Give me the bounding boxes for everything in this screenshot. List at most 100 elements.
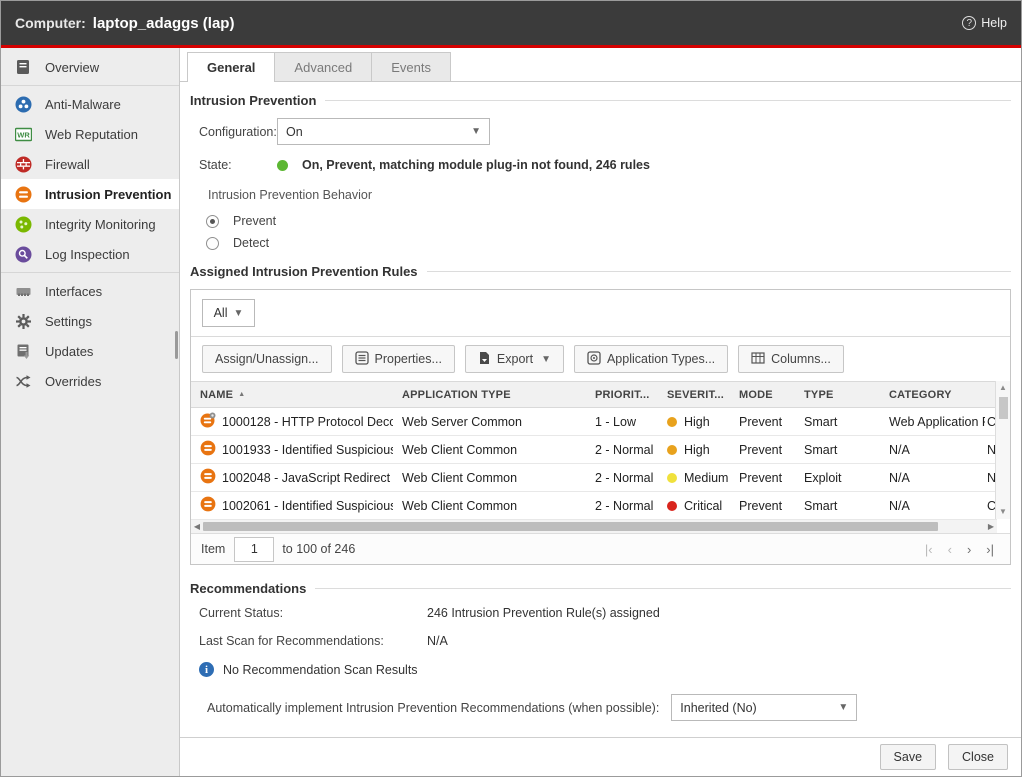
- title-prefix: Computer:: [15, 15, 86, 31]
- sidebar-divider: [1, 85, 179, 86]
- prev-page-button[interactable]: ‹: [948, 542, 952, 557]
- state-status-dot: [277, 160, 288, 171]
- no-scan-results-text: No Recommendation Scan Results: [223, 663, 418, 677]
- tab-events[interactable]: Events: [372, 52, 451, 81]
- help-button[interactable]: ? Help: [962, 16, 1007, 30]
- columns-icon: [751, 351, 765, 368]
- column-header-application-type[interactable]: APPLICATION TYPE: [393, 382, 586, 407]
- tab-advanced[interactable]: Advanced: [275, 52, 372, 81]
- column-header-type[interactable]: TYPE: [795, 382, 880, 407]
- sidebar-item-intrusion-prevention[interactable]: Intrusion Prevention: [1, 179, 179, 209]
- radio-prevent[interactable]: Prevent: [190, 214, 1011, 228]
- radio-prevent-control[interactable]: [206, 215, 219, 228]
- vertical-scroll-thumb[interactable]: [999, 397, 1008, 419]
- sidebar-item-log-inspection[interactable]: Log Inspection: [1, 239, 179, 269]
- tab-general[interactable]: General: [187, 52, 275, 82]
- tabbar: General Advanced Events: [180, 48, 1021, 82]
- export-label: Export: [497, 352, 533, 366]
- overrides-icon: [14, 372, 32, 390]
- export-button[interactable]: Export ▼: [465, 345, 564, 373]
- columns-button[interactable]: Columns...: [738, 345, 844, 373]
- behavior-label: Intrusion Prevention Behavior: [208, 188, 1011, 202]
- scroll-left-icon[interactable]: ◀: [191, 522, 203, 531]
- sidebar-item-overrides[interactable]: Overrides: [1, 366, 179, 396]
- sidebar-item-interfaces[interactable]: Interfaces: [1, 276, 179, 306]
- auto-implement-dropdown[interactable]: Inherited (No) ▼: [671, 694, 857, 721]
- application-types-label: Application Types...: [607, 352, 715, 366]
- sidebar-item-web-reputation[interactable]: WR Web Reputation: [1, 119, 179, 149]
- assign-unassign-label: Assign/Unassign...: [215, 352, 319, 366]
- close-button[interactable]: Close: [948, 744, 1008, 770]
- first-page-button[interactable]: |‹: [925, 542, 933, 557]
- sidebar-divider: [1, 272, 179, 273]
- properties-icon: [355, 351, 369, 368]
- horizontal-scroll-thumb[interactable]: [203, 522, 938, 531]
- scroll-right-icon[interactable]: ▶: [985, 522, 997, 531]
- sidebar-item-label: Overview: [45, 60, 99, 75]
- tab-content: Intrusion Prevention Configuration: On ▼…: [180, 82, 1021, 737]
- rules-filter-value: All: [214, 306, 228, 320]
- sidebar-item-updates[interactable]: Updates: [1, 336, 179, 366]
- anti-malware-icon: [14, 95, 32, 113]
- item-label: Item: [201, 542, 225, 556]
- rule-name: 1002061 - Identified Suspicious...: [222, 499, 393, 513]
- rules-table-header: NAME▲ APPLICATION TYPE PRIORIT... SEVERI…: [191, 381, 997, 408]
- save-button[interactable]: Save: [880, 744, 937, 770]
- scroll-down-icon[interactable]: ▼: [999, 505, 1007, 519]
- computer-details-window: Computer: laptop_adaggs (lap) ? Help Ove…: [0, 0, 1022, 777]
- rules-filter-dropdown[interactable]: All ▼: [202, 299, 255, 327]
- column-header-category[interactable]: CATEGORY: [880, 382, 985, 407]
- rule-icon: [200, 412, 216, 431]
- pagination-bar: Item to 100 of 246 |‹ ‹ › ›|: [191, 533, 1010, 564]
- next-page-button[interactable]: ›: [967, 542, 971, 557]
- sidebar-scrollbar-thumb[interactable]: [175, 331, 178, 359]
- properties-label: Properties...: [375, 352, 442, 366]
- item-number-input[interactable]: [234, 537, 274, 562]
- column-header-name[interactable]: NAME▲: [191, 382, 393, 407]
- table-row[interactable]: 1000128 - HTTP Protocol Decod... Web Ser…: [191, 408, 997, 436]
- configuration-dropdown[interactable]: On ▼: [277, 118, 490, 145]
- column-header-severity[interactable]: SEVERIT...: [658, 382, 730, 407]
- table-horizontal-scrollbar[interactable]: ◀ ▶: [191, 520, 997, 533]
- sidebar-item-integrity-monitoring[interactable]: Integrity Monitoring: [1, 209, 179, 239]
- current-status-label: Current Status:: [199, 606, 427, 620]
- table-row[interactable]: 1002048 - JavaScript Redirect S... Web C…: [191, 464, 997, 492]
- chevron-down-icon: ▼: [471, 126, 481, 137]
- table-vertical-scrollbar[interactable]: ▲ ▼: [995, 381, 1010, 519]
- sidebar-item-label: Integrity Monitoring: [45, 217, 156, 232]
- updates-icon: [14, 342, 32, 360]
- sidebar-item-overview[interactable]: Overview: [1, 52, 179, 82]
- auto-implement-value: Inherited (No): [680, 701, 756, 715]
- assign-unassign-button[interactable]: Assign/Unassign...: [202, 345, 332, 373]
- rules-toolbar: Assign/Unassign... Properties... Export …: [191, 337, 1010, 381]
- properties-button[interactable]: Properties...: [342, 345, 455, 373]
- sidebar-item-anti-malware[interactable]: Anti-Malware: [1, 89, 179, 119]
- severity-dot: [667, 473, 677, 483]
- sidebar-item-settings[interactable]: Settings: [1, 306, 179, 336]
- application-types-button[interactable]: Application Types...: [574, 345, 728, 373]
- severity-dot: [667, 501, 677, 511]
- sidebar-item-label: Updates: [45, 344, 93, 359]
- sidebar: Overview Anti-Malware WR Web Reputation …: [1, 48, 180, 776]
- scroll-up-icon[interactable]: ▲: [999, 381, 1007, 395]
- chevron-down-icon: ▼: [541, 354, 551, 365]
- auto-implement-label: Automatically implement Intrusion Preven…: [207, 701, 659, 715]
- table-row[interactable]: 1001933 - Identified Suspicious... Web C…: [191, 436, 997, 464]
- web-reputation-icon: WR: [14, 125, 32, 143]
- column-header-mode[interactable]: MODE: [730, 382, 795, 407]
- sidebar-item-label: Intrusion Prevention: [45, 187, 171, 202]
- info-icon: i: [199, 662, 214, 677]
- column-header-priority[interactable]: PRIORIT...: [586, 382, 658, 407]
- last-page-button[interactable]: ›|: [986, 542, 994, 557]
- radio-detect-control[interactable]: [206, 237, 219, 250]
- state-text: On, Prevent, matching module plug-in not…: [302, 158, 650, 172]
- interfaces-icon: [14, 282, 32, 300]
- settings-icon: [14, 312, 32, 330]
- recommendations-section-header: Recommendations: [190, 581, 1011, 596]
- radio-detect[interactable]: Detect: [190, 236, 1011, 250]
- sidebar-item-firewall[interactable]: Firewall: [1, 149, 179, 179]
- severity-dot: [667, 417, 677, 427]
- sort-asc-icon: ▲: [238, 391, 245, 398]
- table-row[interactable]: 1002061 - Identified Suspicious... Web C…: [191, 492, 997, 520]
- chevron-down-icon: ▼: [838, 702, 848, 713]
